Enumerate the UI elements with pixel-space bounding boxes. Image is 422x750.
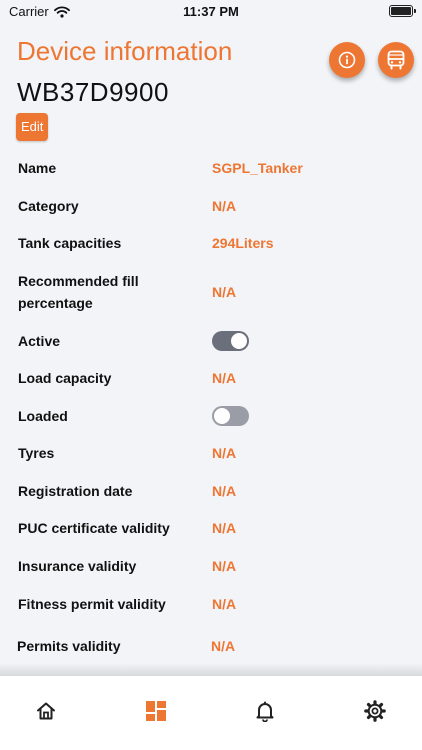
info-icon xyxy=(338,51,356,69)
info-button[interactable] xyxy=(329,42,365,78)
tab-dashboard[interactable] xyxy=(143,698,169,724)
field-label: Recommended fill percentage xyxy=(18,273,139,311)
edit-button[interactable]: Edit xyxy=(16,113,49,141)
field-row-tank-capacities: Tank capacities 294Liters xyxy=(18,232,408,254)
battery-icon xyxy=(389,5,416,17)
field-value: N/A xyxy=(212,198,237,214)
bus-icon xyxy=(387,50,405,70)
clock: 11:37 PM xyxy=(183,4,239,19)
field-label: PUC certificate validity xyxy=(18,520,170,536)
field-label: Name xyxy=(18,160,57,176)
field-row-tyres: Tyres N/A xyxy=(18,442,408,464)
toggle-knob xyxy=(214,408,230,424)
field-row-permits-validity: Permits validity N/A xyxy=(17,635,407,657)
field-row-recommended-fill: Recommended fill percentage N/A xyxy=(18,270,408,314)
field-row-category: Category N/A xyxy=(18,195,408,217)
toggle-knob xyxy=(231,333,247,349)
field-label: Category xyxy=(18,198,79,214)
bell-icon xyxy=(256,701,274,722)
tab-bar xyxy=(0,676,422,750)
field-label: Fitness permit validity xyxy=(18,596,166,612)
tab-settings[interactable] xyxy=(362,698,388,724)
field-label: Registration date xyxy=(18,483,133,499)
field-value: N/A xyxy=(212,558,237,574)
tab-notifications[interactable] xyxy=(252,698,278,724)
field-row-registration-date: Registration date N/A xyxy=(18,480,408,502)
field-row-insurance-validity: Insurance validity N/A xyxy=(18,555,408,577)
field-row-loaded: Loaded xyxy=(18,405,408,427)
field-value: N/A xyxy=(212,596,237,612)
settings-icon xyxy=(364,700,386,722)
field-label: Permits validity xyxy=(17,638,121,654)
field-value: N/A xyxy=(212,445,237,461)
field-row-fitness-validity: Fitness permit validity N/A xyxy=(18,593,408,615)
dashboard-icon xyxy=(146,701,166,721)
home-icon xyxy=(37,702,55,720)
field-row-name: Name SGPL_Tanker xyxy=(18,157,408,179)
field-label: Loaded xyxy=(18,408,68,424)
field-value: N/A xyxy=(212,520,237,536)
field-label: Tank capacities xyxy=(18,235,122,251)
field-label: Tyres xyxy=(18,445,55,461)
active-toggle[interactable] xyxy=(212,331,249,351)
field-row-active: Active xyxy=(18,330,408,352)
field-value: N/A xyxy=(211,638,236,654)
field-row-load-capacity: Load capacity N/A xyxy=(18,367,408,389)
field-value: N/A xyxy=(212,284,237,300)
page-title: Device information xyxy=(17,36,233,66)
field-value: N/A xyxy=(212,370,237,386)
field-label: Insurance validity xyxy=(18,558,137,574)
field-label: Load capacity xyxy=(18,370,112,386)
status-bar: Carrier 11:37 PM xyxy=(0,0,422,24)
loaded-toggle[interactable] xyxy=(212,406,249,426)
device-id: WB37D9900 xyxy=(17,77,169,107)
tab-home[interactable] xyxy=(33,698,59,724)
field-label: Active xyxy=(18,333,61,349)
field-value: 294Liters xyxy=(212,235,274,251)
vehicle-button[interactable] xyxy=(378,42,414,78)
field-row-puc-validity: PUC certificate validity N/A xyxy=(18,517,408,539)
field-value: N/A xyxy=(212,483,237,499)
tabbar-shadow xyxy=(0,663,422,677)
field-value: SGPL_Tanker xyxy=(212,160,303,176)
